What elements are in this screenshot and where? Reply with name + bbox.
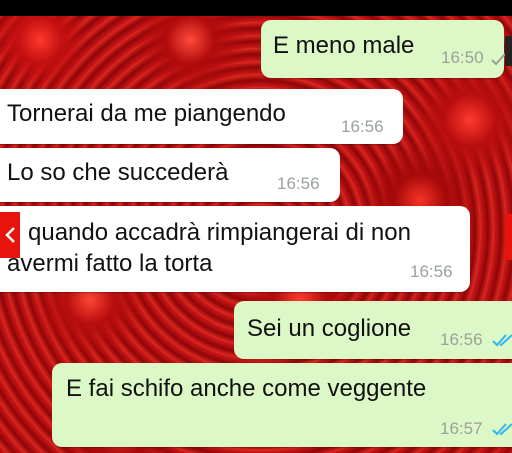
message-text: E fai schifo anche come veggente [66, 375, 427, 402]
message-text: Sei un coglione [247, 315, 412, 342]
message-bubble-outgoing[interactable]: E fai schifo anche come veggente 16:57 [52, 363, 512, 447]
message-text: E meno male [273, 32, 415, 59]
message-time: 16:57 [440, 419, 483, 438]
double-check-icon [492, 423, 512, 436]
message-text: Lo so che succederà [7, 159, 229, 186]
message-bubble-outgoing[interactable]: Sei un coglione 16:56 [234, 301, 512, 359]
message-time: 16:56 [440, 330, 483, 349]
message-time: 16:56 [341, 117, 384, 136]
reply-chevron-icon[interactable] [0, 212, 20, 258]
message-bubble-incoming[interactable]: Lo so che succederà 16:56 [0, 148, 340, 202]
message-bubble-outgoing[interactable]: E meno male 16:50 [261, 20, 506, 78]
message-text-line-2: avermi fatto la torta [7, 250, 213, 277]
top-status-strip [0, 0, 512, 16]
edge-marker [505, 36, 512, 66]
message-bubble-incoming[interactable]: Tornerai da me piangendo 16:56 [0, 89, 403, 144]
double-check-icon [492, 334, 512, 347]
message-text-line-1: quando accadrà rimpiangerai di non [28, 219, 411, 246]
message-text: Tornerai da me piangendo [7, 100, 286, 127]
message-bubble-incoming[interactable]: quando accadrà rimpiangerai di non averm… [0, 206, 470, 292]
message-time: 16:56 [277, 174, 320, 193]
message-time: 16:50 [441, 48, 484, 67]
message-time: 16:56 [410, 262, 453, 281]
edge-marker [505, 214, 512, 260]
